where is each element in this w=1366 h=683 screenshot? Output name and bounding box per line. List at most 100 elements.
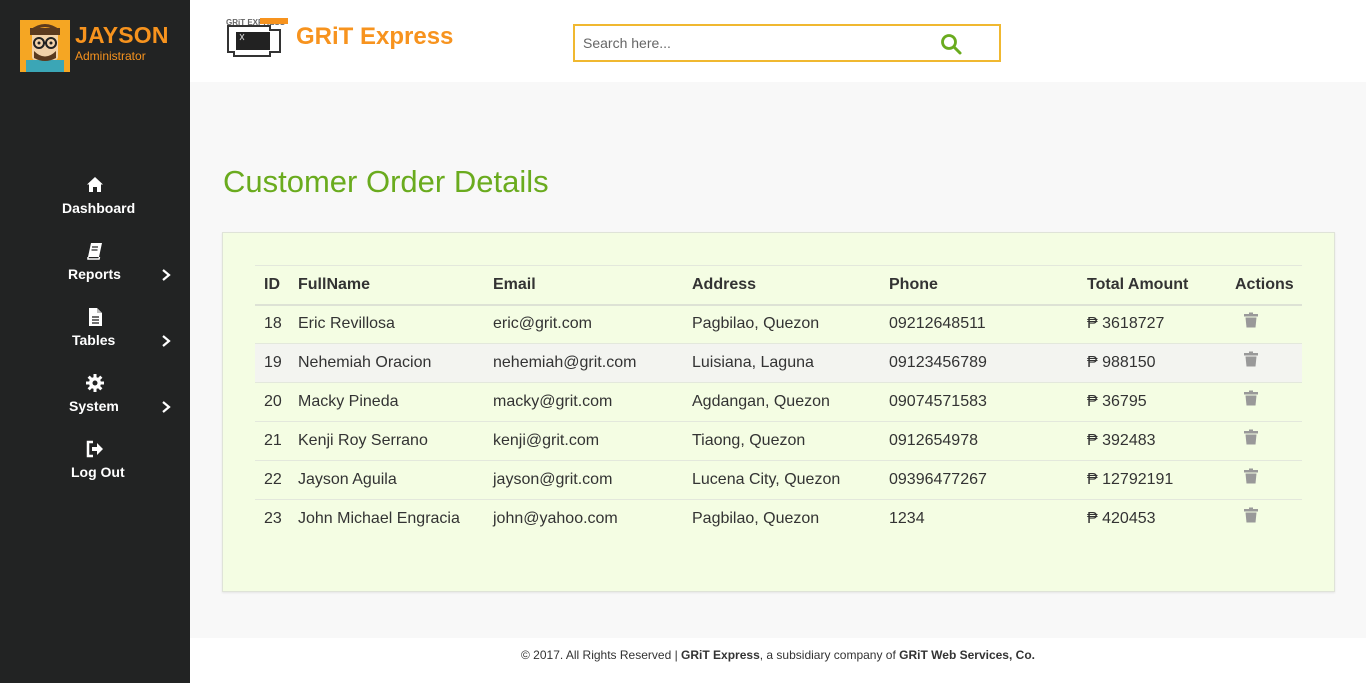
page-title: Customer Order Details xyxy=(223,164,549,199)
table-row: 23 John Michael Engracia john@yahoo.com … xyxy=(255,500,1302,539)
column-header-fullname: FullName xyxy=(298,275,371,293)
cell-actions xyxy=(1226,382,1302,422)
cell-total-amount: ₱ 988150 xyxy=(1078,343,1226,383)
cell-id: 21 xyxy=(255,421,289,461)
cell-fullname: Jayson Aguila xyxy=(289,460,484,500)
table-header-row: ID FullName Email Address Phone Total Am… xyxy=(255,265,1302,305)
sidebar-item-logout[interactable]: Log Out xyxy=(0,440,190,506)
cell-phone: 1234 xyxy=(889,510,925,528)
sidebar-nav: Dashboard Reports Tables System Log Out xyxy=(0,176,190,506)
cell-id: 19 xyxy=(255,343,289,383)
cell-email: eric@grit.com xyxy=(484,304,683,344)
search-box xyxy=(573,24,1001,62)
sidebar-item-dashboard[interactable]: Dashboard xyxy=(0,176,190,242)
brand-name[interactable]: GRiT Express xyxy=(296,23,453,51)
table-row: 21 Kenji Roy Serrano kenji@grit.com Tiao… xyxy=(255,421,1302,461)
search-icon[interactable] xyxy=(939,32,963,56)
chevron-right-icon xyxy=(160,400,172,414)
cell-address: Lucena City, Quezon xyxy=(683,460,880,500)
sidebar-item-label: System xyxy=(69,398,119,414)
footer-copyright: © 2017. All Rights Reserved | xyxy=(521,648,682,662)
top-bar: GRiT EXPRESS GRiT Express xyxy=(190,0,1366,82)
cell-phone: 09396477267 xyxy=(880,460,1078,500)
cell-email: jayson@grit.com xyxy=(484,460,683,500)
cell-id: 18 xyxy=(255,304,289,344)
sidebar-item-reports[interactable]: Reports xyxy=(0,242,190,308)
search-input[interactable] xyxy=(583,26,923,60)
sidebar-item-label: Reports xyxy=(68,266,121,282)
table-row: 20 Macky Pineda macky@grit.com Agdangan,… xyxy=(255,382,1302,422)
avatar xyxy=(20,20,70,72)
sidebar-item-label: Dashboard xyxy=(62,200,136,216)
cell-email: john@yahoo.com xyxy=(493,510,618,528)
cell-total-amount: ₱ 12792191 xyxy=(1078,460,1226,500)
column-header-address: Address xyxy=(692,275,757,293)
cell-id: 23 xyxy=(264,510,282,528)
sidebar: JAYSON Administrator Dashboard Reports T… xyxy=(0,0,190,683)
cell-id: 20 xyxy=(255,382,289,422)
trash-icon[interactable] xyxy=(1243,468,1259,484)
sidebar-item-system[interactable]: System xyxy=(0,374,190,440)
column-header-actions: Actions xyxy=(1235,275,1294,293)
cell-phone: 09074571583 xyxy=(880,382,1078,422)
cell-actions xyxy=(1226,304,1302,344)
cell-phone: 0912654978 xyxy=(880,421,1078,461)
trash-icon[interactable] xyxy=(1243,507,1259,523)
brand-logo[interactable]: GRiT EXPRESS xyxy=(224,16,288,66)
cell-actions xyxy=(1226,421,1302,461)
cell-address: Luisiana, Laguna xyxy=(683,343,880,383)
file-icon xyxy=(85,308,105,326)
user-profile: JAYSON Administrator xyxy=(20,20,185,74)
table-row: 19 Nehemiah Oracion nehemiah@grit.com Lu… xyxy=(255,343,1302,383)
cell-actions xyxy=(1226,343,1302,383)
gear-icon xyxy=(85,374,105,392)
orders-panel: ID FullName Email Address Phone Total Am… xyxy=(222,232,1335,592)
cell-id: 22 xyxy=(255,460,289,500)
table-row: 22 Jayson Aguila jayson@grit.com Lucena … xyxy=(255,460,1302,500)
cell-total-amount: ₱ 36795 xyxy=(1078,382,1226,422)
cell-address: Pagbilao, Quezon xyxy=(683,304,880,344)
cell-email: macky@grit.com xyxy=(484,382,683,422)
cell-total-amount: ₱ 420453 xyxy=(1087,510,1156,528)
column-header-total-amount: Total Amount xyxy=(1087,275,1189,293)
column-header-phone: Phone xyxy=(889,275,938,293)
cell-actions xyxy=(1226,460,1302,500)
book-icon xyxy=(85,242,105,260)
cell-fullname: Macky Pineda xyxy=(289,382,484,422)
footer-parent-company: GRiT Web Services, Co. xyxy=(899,648,1035,662)
table-row: 18 Eric Revillosa eric@grit.com Pagbilao… xyxy=(255,304,1302,344)
footer: © 2017. All Rights Reserved | GRiT Expre… xyxy=(190,638,1366,683)
cell-actions xyxy=(1226,500,1302,539)
cell-fullname: John Michael Engracia xyxy=(298,510,460,528)
trash-icon[interactable] xyxy=(1243,351,1259,367)
column-header-id: ID xyxy=(264,275,280,293)
footer-middle: , a subsidiary company of xyxy=(759,648,900,662)
footer-company: GRiT Express xyxy=(681,648,760,662)
sidebar-item-label: Log Out xyxy=(71,464,125,480)
user-name: JAYSON xyxy=(75,22,169,48)
cell-fullname: Eric Revillosa xyxy=(289,304,484,344)
trash-icon[interactable] xyxy=(1243,429,1259,445)
cell-address: Tiaong, Quezon xyxy=(683,421,880,461)
orders-table: ID FullName Email Address Phone Total Am… xyxy=(255,265,1302,539)
cell-fullname: Nehemiah Oracion xyxy=(289,343,484,383)
sidebar-item-tables[interactable]: Tables xyxy=(0,308,190,374)
cell-fullname: Kenji Roy Serrano xyxy=(289,421,484,461)
chevron-right-icon xyxy=(160,334,172,348)
cell-total-amount: ₱ 3618727 xyxy=(1078,304,1226,344)
sign-out-icon xyxy=(85,440,105,458)
sidebar-item-label: Tables xyxy=(72,332,116,348)
cell-email: kenji@grit.com xyxy=(484,421,683,461)
cell-address: Agdangan, Quezon xyxy=(683,382,880,422)
footer-text: © 2017. All Rights Reserved | GRiT Expre… xyxy=(190,648,1366,662)
trash-icon[interactable] xyxy=(1243,312,1259,328)
trash-icon[interactable] xyxy=(1243,390,1259,406)
cell-phone: 09123456789 xyxy=(880,343,1078,383)
user-role: Administrator xyxy=(75,49,146,63)
cell-phone: 09212648511 xyxy=(880,304,1078,344)
chevron-right-icon xyxy=(160,268,172,282)
cell-total-amount: ₱ 392483 xyxy=(1078,421,1226,461)
cell-email: nehemiah@grit.com xyxy=(484,343,683,383)
cell-address: Pagbilao, Quezon xyxy=(692,510,820,528)
column-header-email: Email xyxy=(493,275,536,293)
